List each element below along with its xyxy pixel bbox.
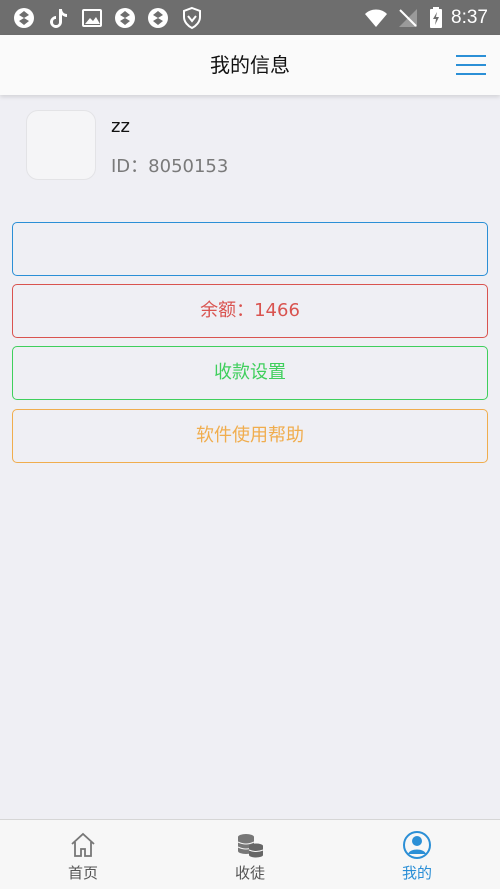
status-time: 8:37 <box>451 7 488 28</box>
tiktok-icon <box>50 9 67 28</box>
gallery-icon <box>82 9 102 27</box>
user-icon <box>403 831 431 859</box>
tab-mine-label: 我的 <box>401 864 432 882</box>
username: zz <box>111 116 130 137</box>
no-signal-icon <box>399 9 417 27</box>
tab-mine[interactable]: 我的 <box>334 820 500 889</box>
coins-icon <box>237 834 264 858</box>
status-bar: 8:37 <box>0 0 500 35</box>
profile-section: zz ID：8050153 <box>0 96 500 206</box>
tab-recruit[interactable]: 收徒 <box>167 820 333 889</box>
menu-button[interactable] <box>456 52 486 78</box>
tab-home[interactable]: 首页 <box>0 820 166 889</box>
avatar[interactable] <box>26 110 96 180</box>
shield-icon <box>183 6 201 30</box>
wifi-icon <box>365 9 387 27</box>
app-icon <box>115 8 135 28</box>
menu-icon <box>456 55 486 57</box>
blank-action-button[interactable] <box>12 222 488 276</box>
menu-icon <box>456 64 486 66</box>
tab-bar: 首页 收徒 我的 <box>0 819 500 889</box>
balance-button[interactable]: 余额：1466 <box>12 284 488 338</box>
app-header: 我的信息 <box>0 35 500 95</box>
payment-settings-button[interactable]: 收款设置 <box>12 346 488 400</box>
tab-home-label: 首页 <box>67 864 98 882</box>
user-id: ID：8050153 <box>111 156 229 177</box>
help-button[interactable]: 软件使用帮助 <box>12 409 488 463</box>
tab-recruit-label: 收徒 <box>234 864 265 882</box>
app-icon <box>148 8 168 28</box>
page-title: 我的信息 <box>210 53 290 77</box>
app-icon <box>14 8 34 28</box>
home-icon <box>71 832 95 857</box>
menu-icon <box>456 73 486 75</box>
battery-charging-icon <box>430 7 442 28</box>
